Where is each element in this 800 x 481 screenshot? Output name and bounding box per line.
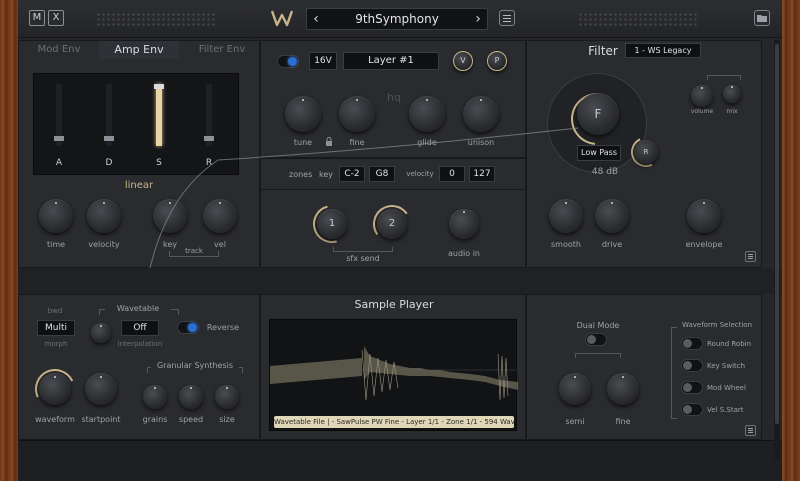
dual-mode-panel: Dual Mode semi fine Waveform Selection R…: [526, 294, 762, 440]
waveform-label: waveform: [35, 415, 75, 424]
dual-fine-label: fine: [615, 417, 631, 426]
waveform-display[interactable]: Wavetable File | - SawPulse PW Fine - La…: [269, 319, 518, 431]
grains-knob[interactable]: [143, 385, 167, 409]
vel-s-start-toggle[interactable]: [681, 403, 703, 416]
round-robin-toggle[interactable]: [681, 337, 703, 350]
size-label: size: [219, 415, 235, 424]
startpoint-knob[interactable]: [85, 373, 117, 405]
key-switch-label: Key Switch: [707, 362, 746, 370]
scrollbar[interactable]: [774, 40, 780, 460]
speed-knob[interactable]: [179, 385, 203, 409]
sample-player-title: Sample Player: [354, 298, 434, 311]
sample-player-panel: Sample Player Wavetable File | - SawPuls…: [260, 294, 526, 440]
semi-label: semi: [565, 417, 585, 426]
bottom-strip: [18, 440, 782, 481]
mod-wheel-toggle[interactable]: [681, 381, 703, 394]
wood-side-panel-right: [780, 0, 800, 481]
dual-fine-knob[interactable]: [607, 373, 639, 405]
startpoint-label: startpoint: [81, 415, 121, 424]
wood-side-panel-left: [0, 0, 20, 481]
sample-file-info[interactable]: Wavetable File | - SawPulse PW Fine - La…: [274, 416, 514, 428]
dual-mode-label: Dual Mode: [576, 321, 620, 330]
reverse-toggle[interactable]: [177, 321, 199, 334]
granular-synthesis-label: Granular Synthesis: [151, 361, 239, 370]
reverse-label: Reverse: [206, 323, 240, 332]
waveform-selection-label: Waveform Selection: [681, 321, 753, 329]
synth-window: M X ‹ 9thSymphony › Mod Env Amp Env Filt…: [18, 0, 782, 481]
wavetable-panel: bwd Multi morph Wavetable Off interpolat…: [18, 294, 260, 440]
speed-label: speed: [178, 415, 204, 424]
panel-divider-strip: [18, 268, 782, 294]
dual-mode-menu-icon[interactable]: [745, 425, 756, 436]
semi-knob[interactable]: [559, 373, 591, 405]
round-robin-label: Round Robin: [707, 340, 752, 348]
waveform-knob[interactable]: [39, 373, 71, 405]
vel-s-start-label: Vel S.Start: [707, 406, 744, 414]
wavetable-mode-select[interactable]: Multi: [37, 320, 75, 336]
scrollbar-thumb[interactable]: [775, 44, 779, 424]
interpolation-select[interactable]: Off: [121, 320, 159, 336]
size-knob[interactable]: [215, 385, 239, 409]
key-switch-toggle[interactable]: [681, 359, 703, 372]
wavetable-label: Wavetable: [105, 304, 171, 313]
mod-wheel-label: Mod Wheel: [707, 384, 746, 392]
grains-label: grains: [142, 415, 168, 424]
wavetable-morph-knob[interactable]: [91, 323, 111, 343]
bwd-label: bwd: [47, 307, 63, 315]
morph-label: morph: [44, 340, 68, 348]
dual-mode-toggle[interactable]: [585, 333, 607, 346]
interpolation-label: interpolation: [117, 340, 163, 348]
